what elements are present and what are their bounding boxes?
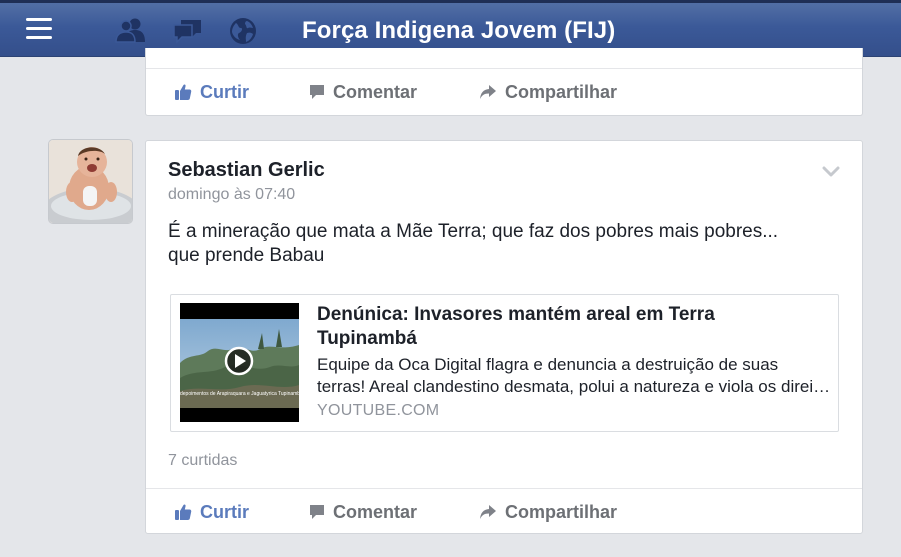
- link-title[interactable]: Denúnica: Invasores mantém areal em Terr…: [317, 303, 817, 351]
- thumbs-up-icon: [175, 84, 192, 100]
- link-description: Equipe da Oca Digital flagra e denuncia …: [317, 354, 832, 398]
- comment-button[interactable]: Comentar: [309, 501, 417, 523]
- post-text: É a mineração que mata a Mãe Terra; que …: [168, 220, 838, 268]
- author-name[interactable]: Sebastian Gerlic: [168, 159, 325, 182]
- like-label: Curtir: [200, 81, 249, 102]
- like-label: Curtir: [200, 501, 249, 522]
- link-preview[interactable]: depoimentos de Arapiraquara e Jaguatyric…: [170, 294, 839, 432]
- thumbs-up-icon: [175, 504, 192, 520]
- post-action-bar: Curtir Comentar Compartilhar: [146, 488, 862, 534]
- previous-post-card: Curtir Comentar Compartilhar: [145, 48, 863, 116]
- like-button[interactable]: Curtir: [174, 501, 249, 523]
- video-thumbnail[interactable]: depoimentos de Arapiraquara e Jaguatyric…: [180, 303, 299, 422]
- link-domain: YOUTUBE.COM: [317, 402, 440, 419]
- post-text-line: É a mineração que mata a Mãe Terra; que …: [168, 221, 779, 242]
- comment-button[interactable]: Comentar: [309, 81, 417, 103]
- post-card: Sebastian Gerlic domingo às 07:40 É a mi…: [145, 140, 863, 534]
- comment-bubble-icon: [310, 85, 324, 99]
- share-button[interactable]: Compartilhar: [479, 501, 617, 523]
- thumbnail-caption: depoimentos de Arapiraquara e Jaguatyric…: [180, 391, 299, 397]
- friends-icon[interactable]: [115, 16, 147, 44]
- page-title: Força Indigena Jovem (FIJ): [302, 17, 616, 44]
- share-label: Compartilhar: [505, 501, 618, 522]
- share-arrow-icon: [480, 505, 496, 519]
- likes-count[interactable]: 7 curtidas: [168, 452, 237, 470]
- comment-bubble-icon: [310, 505, 324, 519]
- comment-label: Comentar: [333, 81, 418, 102]
- notifications-globe-icon[interactable]: [228, 16, 260, 44]
- avatar[interactable]: [49, 140, 132, 223]
- menu-icon[interactable]: [26, 18, 52, 40]
- post-timestamp[interactable]: domingo às 07:40: [168, 186, 295, 204]
- post-action-bar: Curtir Comentar Compartilhar: [146, 68, 862, 114]
- like-button[interactable]: Curtir: [174, 81, 249, 103]
- post-text-line: que prende Babau: [168, 245, 325, 266]
- share-label: Compartilhar: [505, 81, 618, 102]
- share-button[interactable]: Compartilhar: [479, 81, 617, 103]
- link-description-line: Equipe da Oca Digital flagra e denuncia …: [317, 355, 779, 374]
- share-arrow-icon: [480, 85, 496, 99]
- link-description-line: terras! Areal clandestino desmata, polui…: [317, 377, 832, 396]
- chevron-down-icon[interactable]: [822, 165, 840, 177]
- comment-label: Comentar: [333, 501, 418, 522]
- messages-icon[interactable]: [172, 16, 204, 44]
